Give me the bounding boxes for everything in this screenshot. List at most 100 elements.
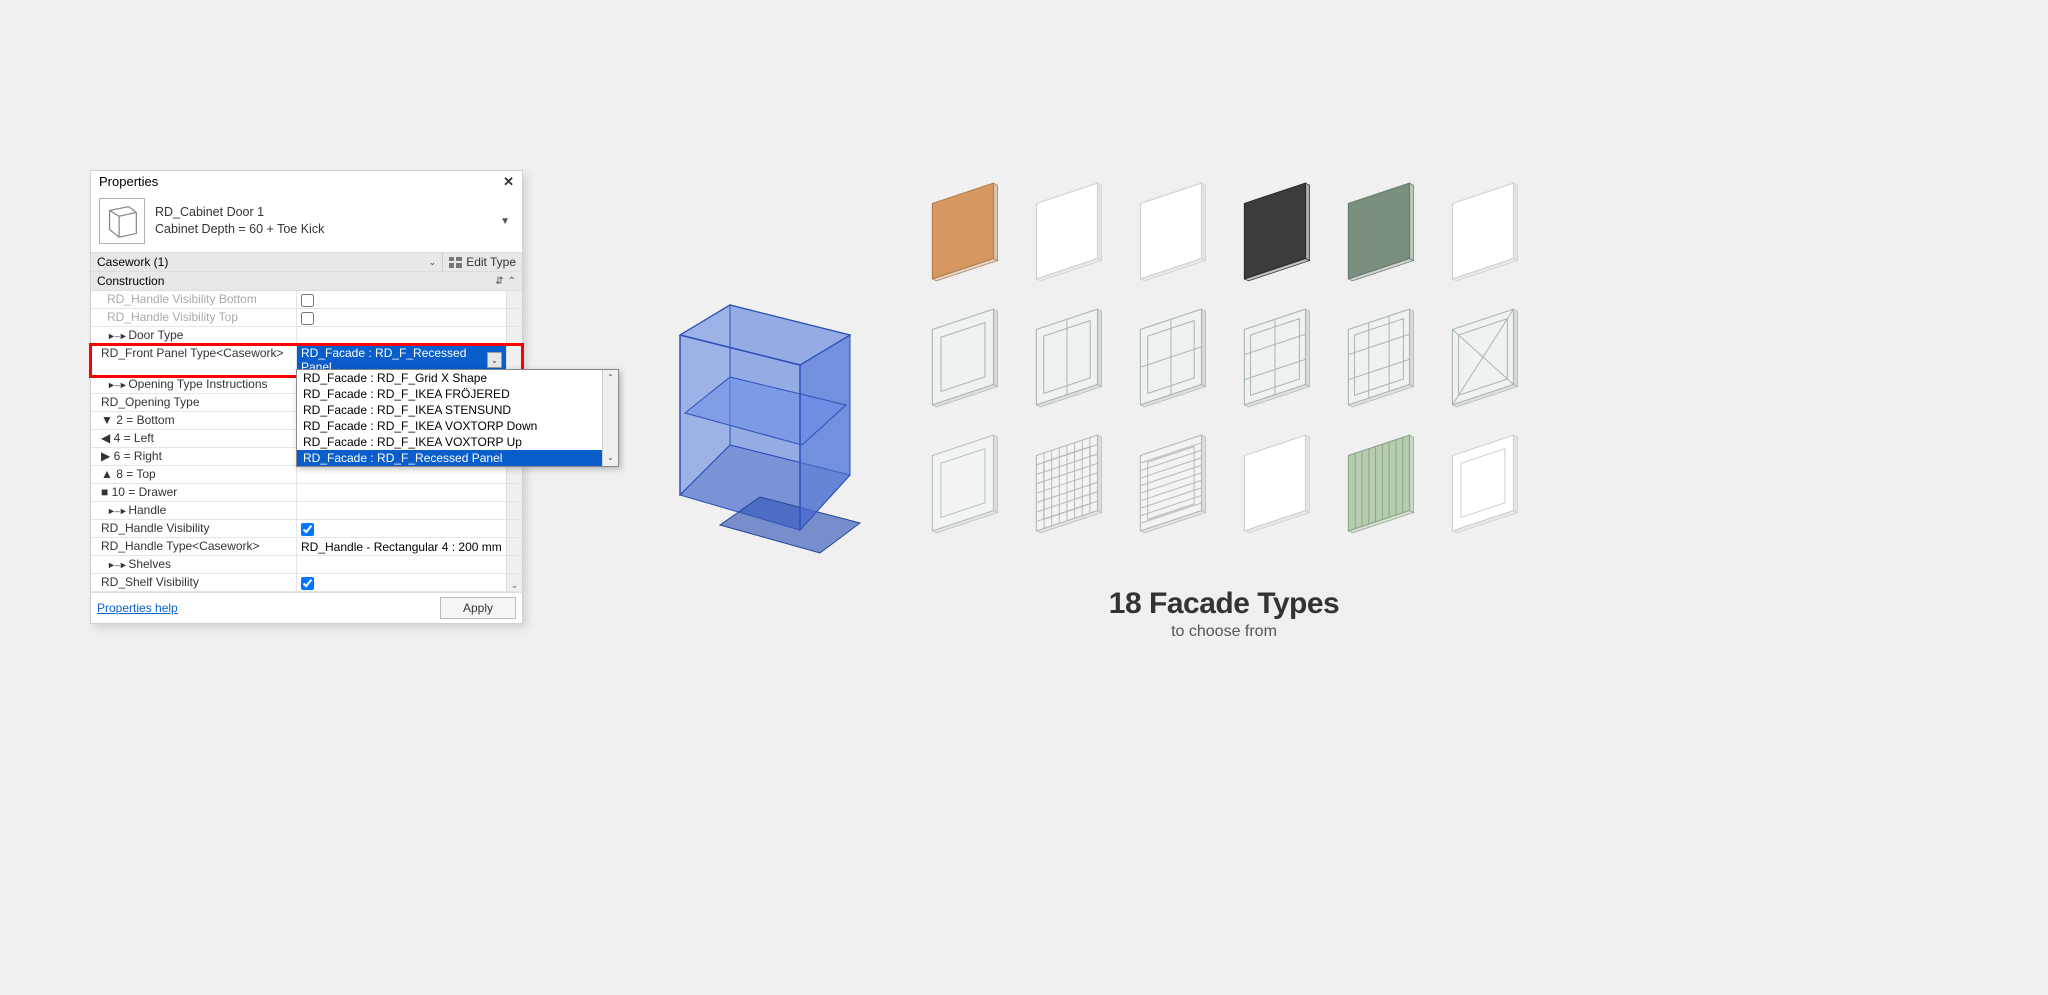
param-label: Shelves	[91, 556, 296, 573]
param-label: Opening Type Instructions	[91, 376, 296, 393]
row-handle-vis-top[interactable]: RD_Handle Visibility Top	[91, 309, 522, 327]
panel-titlebar: Properties ✕	[91, 171, 522, 192]
param-label: RD_Front Panel Type<Casework>	[91, 345, 296, 375]
param-value[interactable]: RD_Handle - Rectangular 4 : 200 mm	[296, 538, 506, 555]
pin-icon[interactable]: ⇵	[495, 276, 503, 287]
dropdown-item[interactable]: RD_Facade : RD_F_Grid X Shape	[297, 370, 618, 386]
front-panel-dropdown[interactable]: RD_Facade : RD_F_Grid X Shape RD_Facade …	[296, 369, 619, 467]
row-top[interactable]: ▲ 8 = Top	[91, 466, 522, 484]
dropdown-scrollbar[interactable]: ⌃ ⌄	[602, 370, 618, 466]
facade-tile-flat-white-1	[1024, 175, 1114, 287]
group-controls: ⇵⌃	[495, 276, 516, 287]
param-value[interactable]	[296, 327, 506, 344]
facade-tile-glass-9pane	[1336, 301, 1426, 413]
param-value[interactable]	[296, 556, 506, 573]
facade-tile-slat-green	[1336, 427, 1426, 539]
dropdown-item[interactable]: RD_Facade : RD_F_IKEA VOXTORP Up	[297, 434, 618, 450]
facade-tile-curved	[1232, 427, 1322, 539]
caption-title: 18 Facade Types	[920, 587, 1528, 621]
row-handle[interactable]: Handle	[91, 502, 522, 520]
scrollbar[interactable]	[506, 291, 522, 308]
param-label: ▼ 2 = Bottom	[91, 412, 296, 429]
row-shelf-visibility[interactable]: RD_Shelf Visibility ⌄	[91, 574, 522, 592]
family-dropdown-icon[interactable]: ▼	[500, 216, 510, 227]
facade-tile-mesh	[1024, 427, 1114, 539]
scrollbar-down-icon[interactable]: ⌄	[506, 574, 522, 591]
edit-type-icon	[449, 257, 462, 268]
close-icon[interactable]: ✕	[501, 175, 516, 188]
facade-grid	[920, 175, 1528, 539]
edit-type-button[interactable]: Edit Type	[443, 253, 522, 271]
row-door-type[interactable]: Door Type	[91, 327, 522, 345]
param-label: RD_Opening Type	[91, 394, 296, 411]
param-label: ▲ 8 = Top	[91, 466, 296, 483]
facade-tile-glass-x	[1440, 301, 1530, 413]
family-info: RD_Cabinet Door 1 Cabinet Depth = 60 + T…	[155, 204, 324, 238]
scroll-up-icon[interactable]: ⌃	[603, 370, 618, 386]
scrollbar[interactable]	[506, 466, 522, 483]
param-label: Handle	[91, 502, 296, 519]
param-label: RD_Handle Visibility Top	[91, 309, 296, 326]
scrollbar[interactable]	[506, 520, 522, 537]
param-value[interactable]	[296, 502, 506, 519]
dropdown-item[interactable]: RD_Facade : RD_F_IKEA VOXTORP Down	[297, 418, 618, 434]
collapse-icon[interactable]: ⌃	[508, 276, 516, 287]
apply-button[interactable]: Apply	[440, 597, 516, 619]
row-handle-vis-bottom[interactable]: RD_Handle Visibility Bottom	[91, 291, 522, 309]
scrollbar[interactable]	[506, 502, 522, 519]
dropdown-item[interactable]: RD_Facade : RD_F_IKEA STENSUND	[297, 402, 618, 418]
param-value[interactable]	[296, 309, 506, 326]
param-value[interactable]	[296, 466, 506, 483]
panel-title: Properties	[99, 174, 158, 189]
scroll-down-icon[interactable]: ⌄	[603, 450, 618, 466]
dropdown-toggle-icon[interactable]: ⌄	[487, 352, 502, 368]
scrollbar[interactable]	[506, 556, 522, 573]
facade-tile-glass-2pane-h	[1024, 301, 1114, 413]
scrollbar[interactable]	[506, 484, 522, 501]
facade-tile-flat-green	[1336, 175, 1426, 287]
checkbox[interactable]	[301, 312, 314, 325]
param-value[interactable]	[296, 291, 506, 308]
facade-tile-flat-orange	[920, 175, 1010, 287]
scrollbar[interactable]	[506, 309, 522, 326]
row-handle-type[interactable]: RD_Handle Type<Casework> RD_Handle - Rec…	[91, 538, 522, 556]
facade-tile-glass-4pane	[1128, 301, 1218, 413]
param-label: RD_Handle Visibility	[91, 520, 296, 537]
row-shelves[interactable]: Shelves	[91, 556, 522, 574]
facade-tile-flat-dark	[1232, 175, 1322, 287]
facade-tile-recessed-1	[920, 427, 1010, 539]
cabinet-3d-preview	[660, 295, 880, 555]
param-value[interactable]	[296, 574, 506, 591]
param-value[interactable]	[296, 484, 506, 501]
param-label: ◀ 4 = Left	[91, 430, 296, 447]
family-preview-icon	[99, 198, 145, 244]
family-type: Cabinet Depth = 60 + Toe Kick	[155, 221, 324, 238]
chevron-down-icon: ⌄	[429, 257, 437, 268]
facade-tile-louver	[1128, 427, 1218, 539]
facade-tile-recessed-2	[1440, 427, 1530, 539]
dropdown-item-selected[interactable]: RD_Facade : RD_F_Recessed Panel	[297, 450, 618, 466]
facade-tile-glass-1pane	[920, 301, 1010, 413]
scrollbar[interactable]	[506, 538, 522, 555]
caption-subtitle: to choose from	[920, 623, 1528, 641]
row-handle-visibility[interactable]: RD_Handle Visibility	[91, 520, 522, 538]
gallery-caption: 18 Facade Types to choose from	[920, 587, 1528, 641]
param-label: Door Type	[91, 327, 296, 344]
facade-gallery: 18 Facade Types to choose from	[920, 175, 1528, 641]
row-drawer[interactable]: ■ 10 = Drawer	[91, 484, 522, 502]
facade-tile-flat-white-3	[1440, 175, 1530, 287]
checkbox[interactable]	[301, 577, 314, 590]
group-construction[interactable]: Construction ⇵⌃	[91, 272, 522, 291]
properties-help-link[interactable]: Properties help	[97, 601, 178, 615]
panel-footer: Properties help Apply	[91, 592, 522, 623]
param-label: RD_Handle Visibility Bottom	[91, 291, 296, 308]
param-value[interactable]	[296, 520, 506, 537]
param-label: ▶ 6 = Right	[91, 448, 296, 465]
scrollbar[interactable]	[506, 327, 522, 344]
instance-selector[interactable]: Casework (1) ⌄	[91, 253, 443, 271]
edit-type-label: Edit Type	[466, 255, 516, 269]
family-name: RD_Cabinet Door 1	[155, 204, 324, 221]
dropdown-item[interactable]: RD_Facade : RD_F_IKEA FRÖJERED	[297, 386, 618, 402]
checkbox[interactable]	[301, 523, 314, 536]
checkbox[interactable]	[301, 294, 314, 307]
